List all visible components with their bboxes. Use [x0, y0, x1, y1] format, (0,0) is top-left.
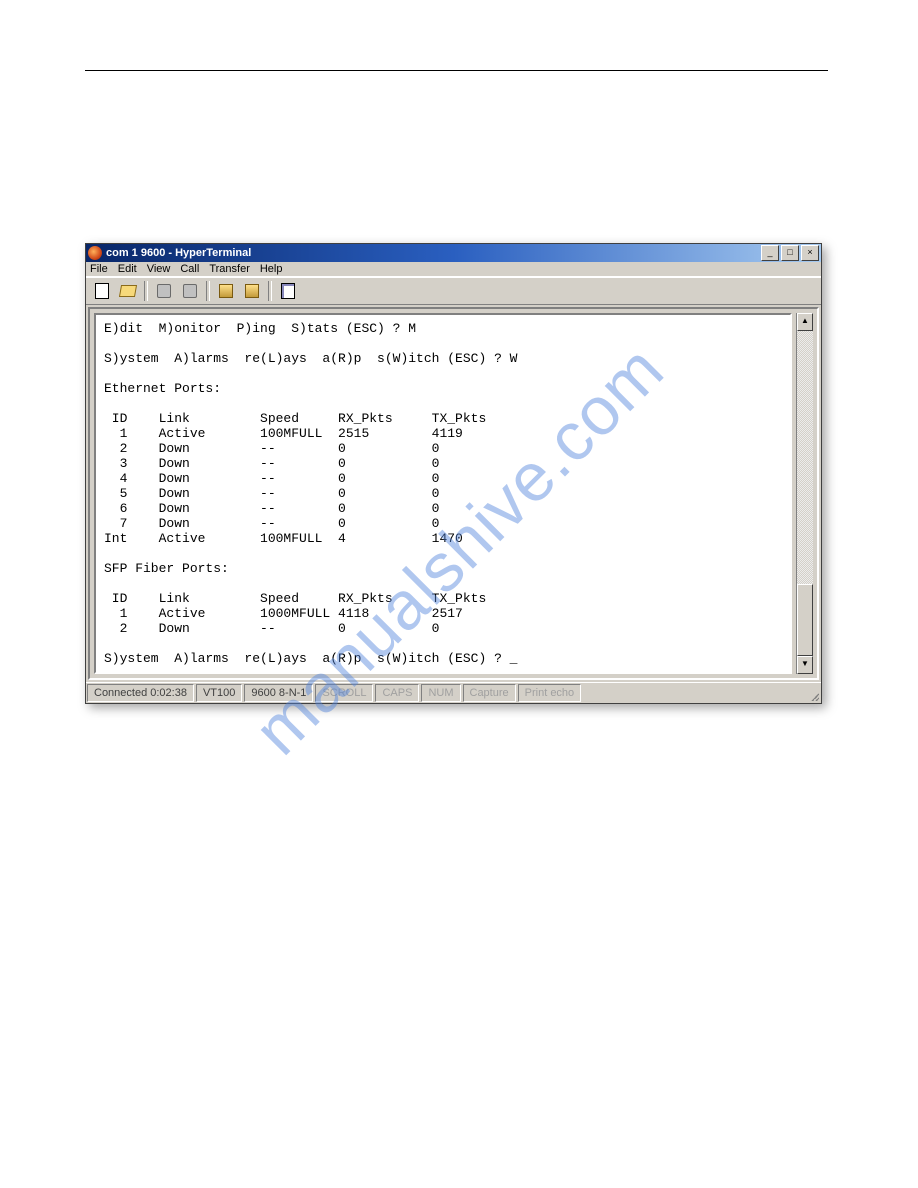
page-horizontal-rule [85, 70, 828, 71]
status-emulation: VT100 [196, 684, 242, 702]
app-icon [88, 246, 102, 260]
connect-button[interactable] [152, 280, 176, 302]
properties-icon [281, 283, 295, 299]
open-folder-icon [120, 285, 136, 297]
vertical-scrollbar[interactable]: ▲ ▼ [796, 313, 813, 674]
maximize-button[interactable]: □ [781, 245, 799, 261]
disconnect-button[interactable] [178, 280, 202, 302]
title-bar[interactable]: com 1 9600 - HyperTerminal _ □ × [86, 244, 821, 262]
status-connected: Connected 0:02:38 [87, 684, 194, 702]
menu-bar: File Edit View Call Transfer Help [86, 262, 821, 277]
scroll-thumb[interactable] [797, 584, 813, 656]
menu-help[interactable]: Help [260, 263, 283, 275]
client-area: E)dit M)onitor P)ing S)tats (ESC) ? M S)… [88, 307, 819, 680]
scroll-up-button[interactable]: ▲ [797, 313, 813, 331]
toolbar-separator [144, 281, 148, 301]
status-printecho: Print echo [518, 684, 582, 702]
terminal-output[interactable]: E)dit M)onitor P)ing S)tats (ESC) ? M S)… [104, 321, 782, 666]
status-caps: CAPS [375, 684, 419, 702]
terminal-frame: E)dit M)onitor P)ing S)tats (ESC) ? M S)… [94, 313, 792, 674]
receive-file-icon [245, 284, 259, 298]
connect-phone-icon [157, 284, 171, 298]
receive-file-button[interactable] [240, 280, 264, 302]
status-scroll: SCROLL [315, 684, 373, 702]
open-button[interactable] [116, 280, 140, 302]
status-settings: 9600 8-N-1 [244, 684, 313, 702]
send-file-button[interactable] [214, 280, 238, 302]
close-button[interactable]: × [801, 245, 819, 261]
toolbar-separator [268, 281, 272, 301]
status-bar: Connected 0:02:38 VT100 9600 8-N-1 SCROL… [86, 682, 821, 703]
properties-button[interactable] [276, 280, 300, 302]
hyperterminal-window: com 1 9600 - HyperTerminal _ □ × File Ed… [85, 243, 822, 704]
status-num: NUM [421, 684, 460, 702]
menu-transfer[interactable]: Transfer [209, 263, 250, 275]
scroll-track[interactable] [797, 331, 813, 656]
scroll-down-button[interactable]: ▼ [797, 656, 813, 674]
new-document-icon [95, 283, 109, 299]
menu-call[interactable]: Call [180, 263, 199, 275]
menu-view[interactable]: View [147, 263, 171, 275]
send-file-icon [219, 284, 233, 298]
disconnect-phone-icon [183, 284, 197, 298]
toolbar-separator [206, 281, 210, 301]
toolbar [86, 277, 821, 305]
resize-grip-icon[interactable] [805, 683, 821, 703]
status-capture: Capture [463, 684, 516, 702]
menu-edit[interactable]: Edit [118, 263, 137, 275]
menu-file[interactable]: File [90, 263, 108, 275]
window-title: com 1 9600 - HyperTerminal [106, 247, 761, 259]
minimize-button[interactable]: _ [761, 245, 779, 261]
new-document-button[interactable] [90, 280, 114, 302]
